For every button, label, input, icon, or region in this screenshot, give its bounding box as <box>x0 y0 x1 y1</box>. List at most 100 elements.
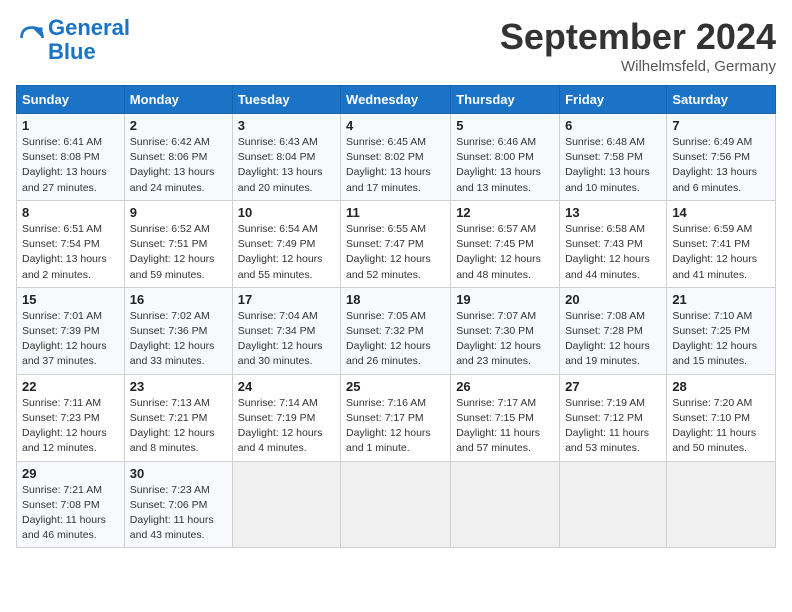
day-cell <box>232 461 340 548</box>
day-detail: Sunrise: 6:58 AM Sunset: 7:43 PM Dayligh… <box>565 222 661 283</box>
col-header-tuesday: Tuesday <box>232 86 340 114</box>
day-cell: 14Sunrise: 6:59 AM Sunset: 7:41 PM Dayli… <box>667 200 776 287</box>
day-number: 6 <box>565 118 661 133</box>
week-row-4: 22Sunrise: 7:11 AM Sunset: 7:23 PM Dayli… <box>17 374 776 461</box>
day-cell <box>560 461 667 548</box>
day-cell: 27 Sunrise: 7:19 AM Sunset: 7:12 PM Dayli… <box>560 374 667 461</box>
day-detail: Sunrise: 7:05 AM Sunset: 7:32 PM Dayligh… <box>346 309 445 370</box>
col-header-monday: Monday <box>124 86 232 114</box>
day-detail: Sunrise: 6:48 AM Sunset: 7:58 PM Dayligh… <box>565 135 661 196</box>
header-row: SundayMondayTuesdayWednesdayThursdayFrid… <box>17 86 776 114</box>
day-number: 17 <box>238 292 335 307</box>
day-detail: Sunrise: 6:51 AM Sunset: 7:54 PM Dayligh… <box>22 222 119 283</box>
day-detail: Sunrise: 6:49 AM Sunset: 7:56 PM Dayligh… <box>672 135 770 196</box>
col-header-friday: Friday <box>560 86 667 114</box>
day-number: 16 <box>130 292 227 307</box>
day-number: 27 <box>565 379 661 394</box>
day-cell <box>341 461 451 548</box>
day-number: 25 <box>346 379 445 394</box>
day-number: 26 <box>456 379 554 394</box>
day-detail: Sunrise: 7:07 AM Sunset: 7:30 PM Dayligh… <box>456 309 554 370</box>
page-header: General Blue September 2024 Wilhelmsfeld… <box>16 16 776 75</box>
day-cell: 28Sunrise: 7:20 AM Sunset: 7:10 PM Dayli… <box>667 374 776 461</box>
day-cell: 8 Sunrise: 6:51 AM Sunset: 7:54 PM Daylig… <box>17 200 125 287</box>
day-number: 9 <box>130 205 227 220</box>
day-detail: Sunrise: 6:55 AM Sunset: 7:47 PM Dayligh… <box>346 222 445 283</box>
day-cell: 6 Sunrise: 6:48 AM Sunset: 7:58 PM Daylig… <box>560 114 667 201</box>
day-detail: Sunrise: 7:20 AM Sunset: 7:10 PM Dayligh… <box>672 396 770 457</box>
location: Wilhelmsfeld, Germany <box>500 58 776 75</box>
day-cell: 15 Sunrise: 7:01 AM Sunset: 7:39 PM Dayli… <box>17 287 125 374</box>
day-cell: 24 Sunrise: 7:14 AM Sunset: 7:19 PM Dayli… <box>232 374 340 461</box>
day-cell: 29Sunrise: 7:21 AM Sunset: 7:08 PM Dayli… <box>17 461 125 548</box>
day-cell: 9 Sunrise: 6:52 AM Sunset: 7:51 PM Daylig… <box>124 200 232 287</box>
day-number: 13 <box>565 205 661 220</box>
day-detail: Sunrise: 7:10 AM Sunset: 7:25 PM Dayligh… <box>672 309 770 370</box>
day-cell: 25 Sunrise: 7:16 AM Sunset: 7:17 PM Dayli… <box>341 374 451 461</box>
day-number: 23 <box>130 379 227 394</box>
day-detail: Sunrise: 7:04 AM Sunset: 7:34 PM Dayligh… <box>238 309 335 370</box>
logo: General Blue <box>16 16 130 64</box>
day-cell: 3Sunrise: 6:43 AM Sunset: 8:04 PM Daylig… <box>232 114 340 201</box>
day-number: 7 <box>672 118 770 133</box>
day-detail: Sunrise: 6:41 AM Sunset: 8:08 PM Dayligh… <box>22 135 119 196</box>
day-number: 30 <box>130 466 227 481</box>
day-detail: Sunrise: 6:52 AM Sunset: 7:51 PM Dayligh… <box>130 222 227 283</box>
day-cell: 2 Sunrise: 6:42 AM Sunset: 8:06 PM Daylig… <box>124 114 232 201</box>
day-cell <box>451 461 560 548</box>
day-detail: Sunrise: 7:01 AM Sunset: 7:39 PM Dayligh… <box>22 309 119 370</box>
day-cell: 1 Sunrise: 6:41 AM Sunset: 8:08 PM Daylig… <box>17 114 125 201</box>
day-number: 15 <box>22 292 119 307</box>
day-number: 10 <box>238 205 335 220</box>
day-number: 12 <box>456 205 554 220</box>
day-detail: Sunrise: 7:19 AM Sunset: 7:12 PM Dayligh… <box>565 396 661 457</box>
day-detail: Sunrise: 7:11 AM Sunset: 7:23 PM Dayligh… <box>22 396 119 457</box>
day-cell: 30 Sunrise: 7:23 AM Sunset: 7:06 PM Dayli… <box>124 461 232 548</box>
day-cell: 12 Sunrise: 6:57 AM Sunset: 7:45 PM Dayli… <box>451 200 560 287</box>
day-detail: Sunrise: 7:13 AM Sunset: 7:21 PM Dayligh… <box>130 396 227 457</box>
week-row-3: 15 Sunrise: 7:01 AM Sunset: 7:39 PM Dayli… <box>17 287 776 374</box>
day-detail: Sunrise: 6:54 AM Sunset: 7:49 PM Dayligh… <box>238 222 335 283</box>
week-row-2: 8 Sunrise: 6:51 AM Sunset: 7:54 PM Daylig… <box>17 200 776 287</box>
day-number: 18 <box>346 292 445 307</box>
day-detail: Sunrise: 7:14 AM Sunset: 7:19 PM Dayligh… <box>238 396 335 457</box>
day-number: 24 <box>238 379 335 394</box>
day-number: 1 <box>22 118 119 133</box>
day-cell: 10 Sunrise: 6:54 AM Sunset: 7:49 PM Dayli… <box>232 200 340 287</box>
day-number: 20 <box>565 292 661 307</box>
day-detail: Sunrise: 7:16 AM Sunset: 7:17 PM Dayligh… <box>346 396 445 457</box>
day-cell: 16Sunrise: 7:02 AM Sunset: 7:36 PM Dayli… <box>124 287 232 374</box>
col-header-thursday: Thursday <box>451 86 560 114</box>
day-detail: Sunrise: 7:08 AM Sunset: 7:28 PM Dayligh… <box>565 309 661 370</box>
day-number: 8 <box>22 205 119 220</box>
day-number: 11 <box>346 205 445 220</box>
col-header-saturday: Saturday <box>667 86 776 114</box>
day-number: 2 <box>130 118 227 133</box>
col-header-sunday: Sunday <box>17 86 125 114</box>
day-number: 14 <box>672 205 770 220</box>
day-detail: Sunrise: 7:17 AM Sunset: 7:15 PM Dayligh… <box>456 396 554 457</box>
day-number: 5 <box>456 118 554 133</box>
month-title: September 2024 <box>500 16 776 58</box>
day-detail: Sunrise: 7:23 AM Sunset: 7:06 PM Dayligh… <box>130 483 227 544</box>
day-cell: 21 Sunrise: 7:10 AM Sunset: 7:25 PM Dayli… <box>667 287 776 374</box>
week-row-1: 1 Sunrise: 6:41 AM Sunset: 8:08 PM Daylig… <box>17 114 776 201</box>
day-detail: Sunrise: 6:42 AM Sunset: 8:06 PM Dayligh… <box>130 135 227 196</box>
day-cell: 20 Sunrise: 7:08 AM Sunset: 7:28 PM Dayli… <box>560 287 667 374</box>
day-detail: Sunrise: 7:21 AM Sunset: 7:08 PM Dayligh… <box>22 483 119 544</box>
day-cell: 26 Sunrise: 7:17 AM Sunset: 7:15 PM Dayli… <box>451 374 560 461</box>
logo-text: General Blue <box>48 16 130 64</box>
day-cell: 18 Sunrise: 7:05 AM Sunset: 7:32 PM Dayli… <box>341 287 451 374</box>
day-detail: Sunrise: 6:46 AM Sunset: 8:00 PM Dayligh… <box>456 135 554 196</box>
day-number: 19 <box>456 292 554 307</box>
week-row-5: 29Sunrise: 7:21 AM Sunset: 7:08 PM Dayli… <box>17 461 776 548</box>
day-detail: Sunrise: 6:45 AM Sunset: 8:02 PM Dayligh… <box>346 135 445 196</box>
calendar-table: SundayMondayTuesdayWednesdayThursdayFrid… <box>16 85 776 548</box>
day-cell: 22Sunrise: 7:11 AM Sunset: 7:23 PM Dayli… <box>17 374 125 461</box>
day-cell: 19 Sunrise: 7:07 AM Sunset: 7:30 PM Dayli… <box>451 287 560 374</box>
day-detail: Sunrise: 6:57 AM Sunset: 7:45 PM Dayligh… <box>456 222 554 283</box>
day-number: 3 <box>238 118 335 133</box>
day-cell: 7 Sunrise: 6:49 AM Sunset: 7:56 PM Daylig… <box>667 114 776 201</box>
day-number: 21 <box>672 292 770 307</box>
day-cell <box>667 461 776 548</box>
